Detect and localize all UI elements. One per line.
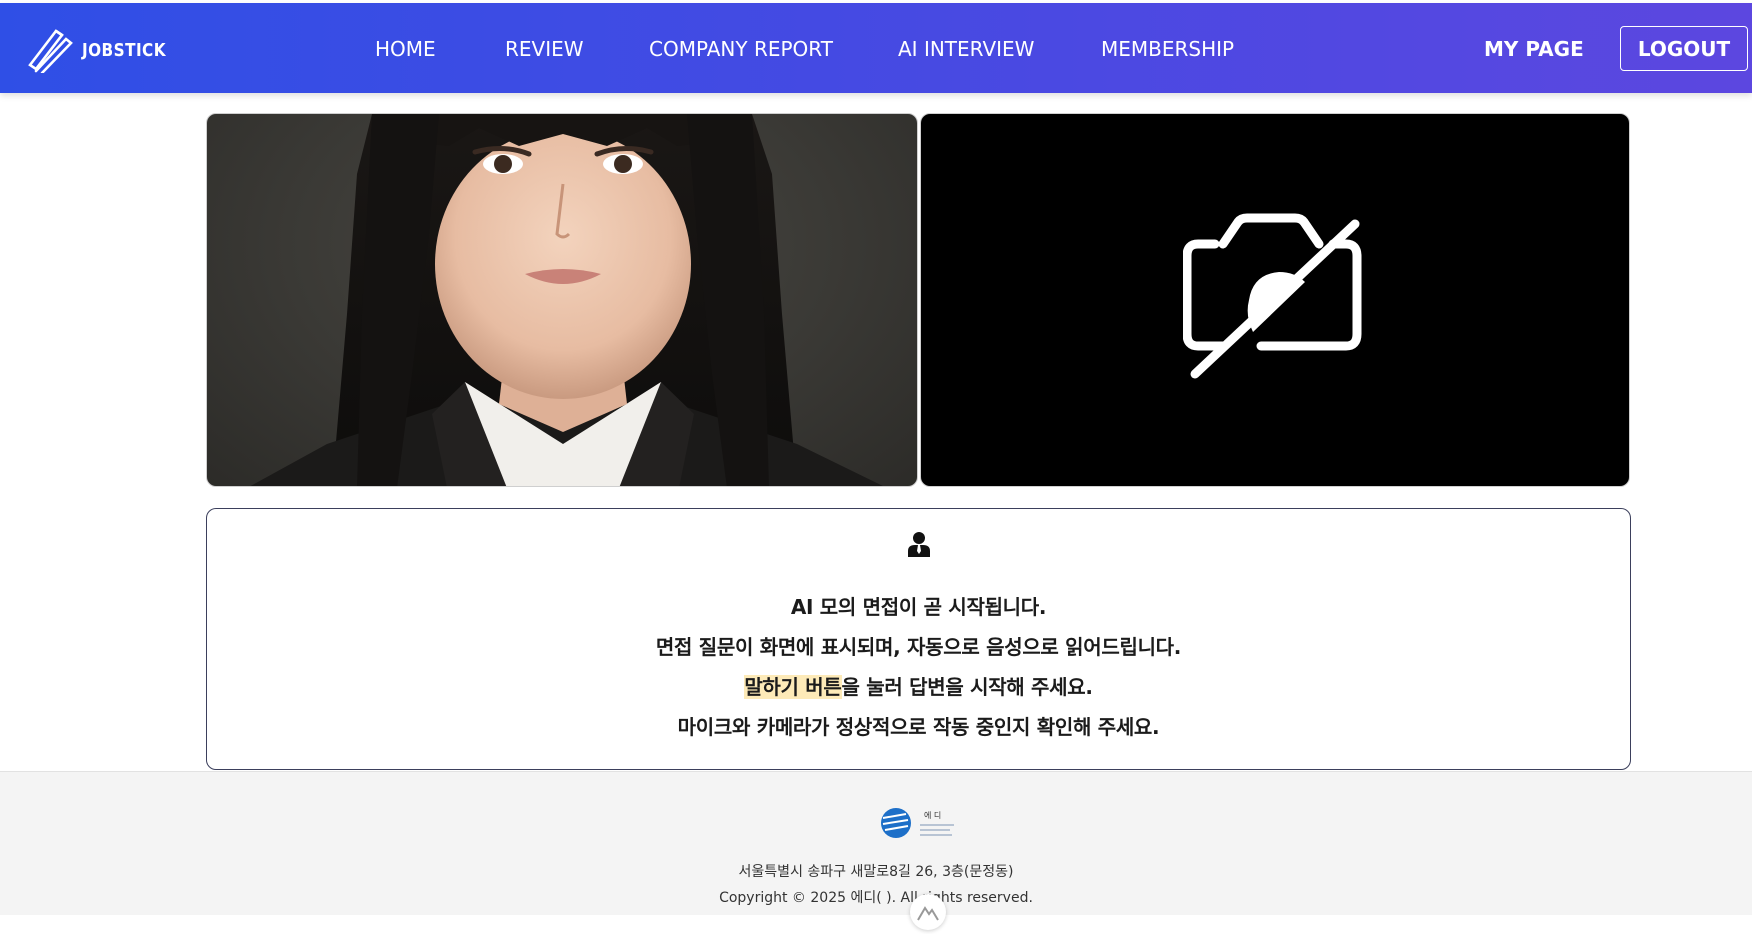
nav-membership[interactable]: MEMBERSHIP: [1101, 37, 1234, 61]
nav-home[interactable]: HOME: [375, 37, 436, 61]
footer-copyright: Copyright © 2025 에디( ). All rights reser…: [719, 890, 1033, 906]
notice-line-3-rest: 을 눌러 답변을 시작해 주세요.: [841, 675, 1093, 699]
edi-company-logo: 에 디: [881, 808, 954, 838]
interviewer-video: [206, 113, 918, 487]
footer-address: 서울특별시 송파구 새말로8길 26, 3층(문정동): [738, 864, 1014, 880]
top-navigation-bar: JOBSTICK HOME REVIEW COMPANY REPORT AI I…: [0, 3, 1752, 93]
notice-line-3: 말하기 버튼을 눌러 답변을 시작해 주세요.: [207, 671, 1630, 700]
speak-button-highlight: 말하기 버튼: [744, 675, 842, 699]
footer-logo-text: 에 디: [924, 811, 941, 820]
footer: 에 디 서울특별시 송파구 새말로8길 26, 3층(문정동) Copyrigh…: [0, 771, 1752, 930]
interviewer-photo: [250, 114, 883, 486]
notice-line-4: 마이크와 카메라가 정상적으로 작동 중인지 확인해 주세요.: [677, 715, 1160, 739]
nav-review[interactable]: REVIEW: [505, 37, 584, 61]
camera-off-icon: [1183, 213, 1362, 379]
nav-ai-interview[interactable]: AI INTERVIEW: [898, 37, 1034, 61]
user-camera-video: [920, 113, 1630, 487]
logout-button[interactable]: LOGOUT: [1620, 26, 1748, 71]
interview-notice-box: AI 모의 면접이 곧 시작됩니다. 면접 질문이 화면에 표시되며, 자동으로…: [206, 508, 1631, 770]
nav-company-report[interactable]: COMPANY REPORT: [649, 37, 833, 61]
interviewer-icon: [908, 532, 930, 557]
scroll-top-button[interactable]: [910, 894, 946, 930]
notice-line-2: 면접 질문이 화면에 표시되며, 자동으로 음성으로 읽어드립니다.: [655, 635, 1182, 659]
my-page-link[interactable]: MY PAGE: [1484, 37, 1584, 61]
mountain-logo-icon: [917, 906, 939, 921]
notice-line-1: AI 모의 면접이 곧 시작됩니다.: [790, 595, 1047, 619]
